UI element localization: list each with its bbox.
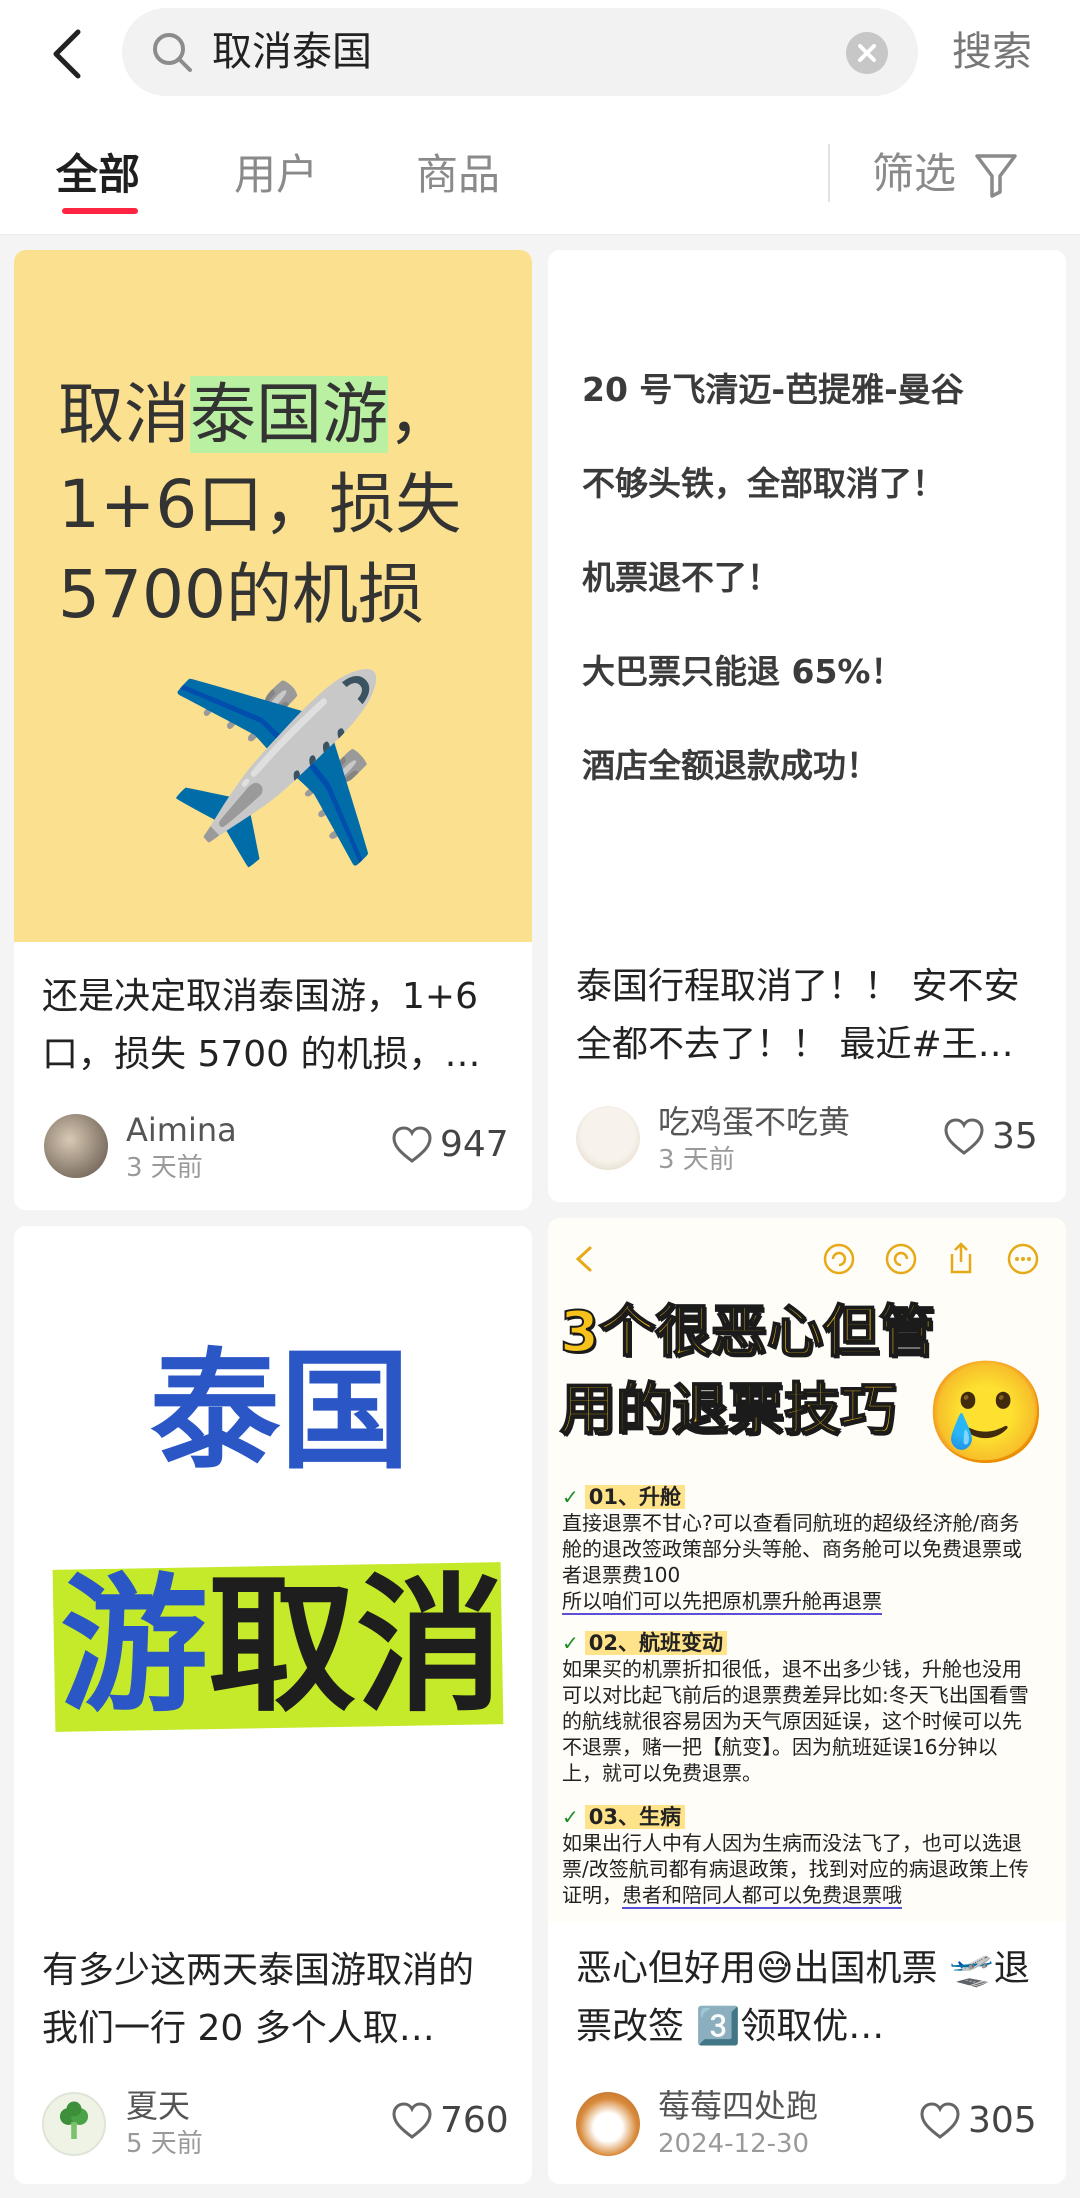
cover-line: 不够头铁，全部取消了！ [582,464,945,503]
post-card[interactable]: 取消泰国游， 1+6口，损失 5700的机损 ✈️ 还是决定取消泰国游，1+6口… [14,250,532,1210]
cover-text: 取消泰国游， 1+6口，损失 5700的机损 [58,376,462,633]
author-name[interactable]: 莓莓四处跑 [658,2086,818,2126]
clear-search-icon[interactable] [846,32,888,74]
heart-icon [392,1126,432,1163]
author-name[interactable]: 吃鸡蛋不吃黄 [658,1102,850,1142]
more-icon [1007,1243,1039,1275]
post-card[interactable]: 泰国 游取消 有多少这两天泰国游取消的 我们一行 20 多个人取… 夏天 5 天… [14,1226,532,2184]
post-date: 5 天前 [126,2129,203,2159]
author-name[interactable]: 夏天 [126,2086,190,2126]
heart-icon [392,2102,432,2139]
like-count: 760 [440,2100,509,2141]
search-tabs: 全部 用户 商品 筛选 [0,108,1080,235]
chevron-left-icon [575,1246,592,1272]
share-icon [950,1242,972,1274]
search-icon [153,33,192,72]
post-cover[interactable]: 取消泰国游， 1+6口，损失 5700的机损 ✈️ [14,250,532,942]
cover-line: 20 号飞清迈-芭提雅-曼谷 [582,370,964,409]
avatar[interactable] [44,1114,108,1178]
like-button[interactable]: 947 [392,1120,522,1170]
cover-line: 酒店全额退款成功！ [582,746,879,785]
post-date: 3 天前 [658,1145,735,1175]
funnel-icon [975,154,1017,198]
post-cover[interactable]: 泰国 游取消 [14,1226,532,1916]
cover-headline: 3个很恶心但管 [559,1299,936,1366]
post-date: 3 天前 [126,1153,203,1183]
undo-icon [823,1243,855,1275]
like-button[interactable]: 35 [944,1112,1054,1162]
tab-divider [828,144,830,202]
like-button[interactable]: 305 [920,2096,1060,2146]
active-tab-indicator [62,208,138,214]
heart-icon [944,1118,984,1155]
filter-label: 筛选 [872,149,957,198]
search-input[interactable]: 取消泰国 [212,28,372,76]
like-count: 305 [968,2100,1037,2141]
post-cover[interactable]: 20 号飞清迈-芭提雅-曼谷 不够头铁，全部取消了！ 机票退不了！ 大巴票只能退… [548,250,1066,934]
avatar[interactable] [42,2092,106,2156]
tip-section: ✓ 01、升舱 直接退票不甘心?可以查看同航班的超级经济舱/商务舱的退改签政策部分… [562,1485,1022,1615]
heart-icon [920,2102,960,2139]
back-arrow-icon[interactable] [40,24,100,84]
tab-products[interactable]: 商品 [416,148,500,202]
post-title[interactable]: 有多少这两天泰国游取消的 我们一行 20 多个人取… [42,1942,508,2058]
cover-headline: 用的退票技巧 [559,1377,897,1444]
sweat-smile-icon: 🥲 [924,1354,1049,1471]
broccoli-icon [59,2101,89,2139]
redo-icon [885,1243,917,1275]
top-bar: 取消泰国 搜索 [0,0,1080,108]
post-cover[interactable]: 3个很恶心但管 用的退票技巧 🥲 ✓ 01、升舱 直接退票不甘心?可以查看同航班的… [548,1218,1066,1922]
post-date: 2024-12-30 [658,2129,810,2159]
cover-line: 大巴票只能退 65%！ [582,652,904,691]
avatar[interactable] [576,2092,640,2156]
post-card[interactable]: 3个很恶心但管 用的退票技巧 🥲 ✓ 01、升舱 直接退票不甘心?可以查看同航班的… [548,1218,1066,2184]
like-button[interactable]: 760 [392,2096,522,2146]
tab-users[interactable]: 用户 [234,148,318,202]
cover-text-top: 泰国 [150,1335,411,1487]
cover-text-bottom: 游取消 [60,1560,504,1732]
airplane-icon: ✈️ [164,665,389,874]
post-title[interactable]: 泰国行程取消了！！ 安不安全都不去了！！ 最近#王… [576,958,1042,1074]
like-count: 35 [992,1116,1038,1157]
like-count: 947 [440,1124,509,1165]
tip-section: ✓ 03、生病 如果出行人中有人因为生病而没法飞了，也可以选退票/改签航司都有病退… [562,1805,1029,1909]
cover-line: 机票退不了！ [582,558,780,597]
tip-section: ✓ 02、航班变动 如果买的机票折扣很低，退不出多少钱，升舱也没用可以对比起飞前后… [562,1631,1029,1785]
post-card[interactable]: 20 号飞清迈-芭提雅-曼谷 不够头铁，全部取消了！ 机票退不了！ 大巴票只能退… [548,250,1066,1202]
filter-button[interactable]: 筛选 [872,144,1017,204]
author-name[interactable]: Aimina [126,1110,237,1150]
search-button[interactable]: 搜索 [952,24,1032,80]
avatar[interactable] [576,1106,640,1170]
post-title[interactable]: 还是决定取消泰国游，1+6口，损失 5700 的机损，… [42,968,508,1084]
search-box[interactable]: 取消泰国 [122,8,918,96]
tab-all[interactable]: 全部 [56,148,140,202]
post-title[interactable]: 恶心但好用😅出国机票 🛫退票改签 3️⃣领取优… [576,1940,1042,2056]
